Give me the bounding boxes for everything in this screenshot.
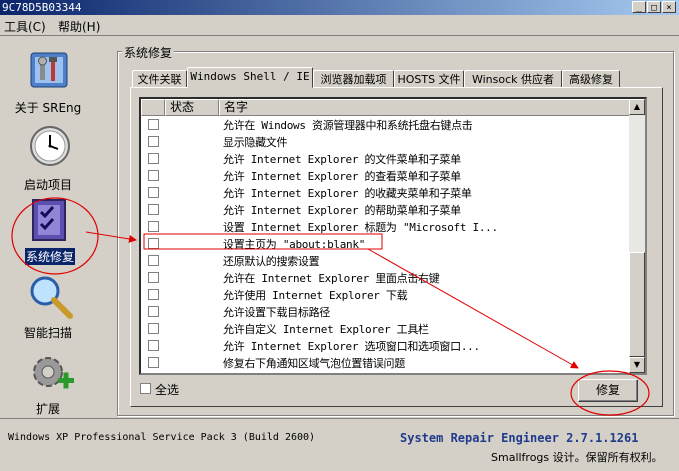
row-label: 还原默认的搜索设置 xyxy=(223,255,320,268)
sidebar-item-label: 扩展 xyxy=(35,402,60,416)
sidebar-item-label: 启动项目 xyxy=(23,178,72,192)
row-label: 允许 Internet Explorer 选项窗口和选项窗口... xyxy=(223,340,480,353)
sidebar-item-label: 关于 SREng xyxy=(14,101,82,115)
row-label: 允许在 Windows 资源管理器中和系统托盘右键点击 xyxy=(223,119,473,132)
sidebar-item-extensions[interactable]: 扩展 xyxy=(8,348,88,418)
list-item[interactable]: 允许 Internet Explorer 的查看菜单和子菜单 xyxy=(141,167,631,184)
menu-help[interactable]: 帮助(H) xyxy=(58,18,100,35)
os-version-text: Windows XP Professional Service Pack 3 (… xyxy=(8,432,316,443)
tab-hosts-file[interactable]: HOSTS 文件 xyxy=(394,70,464,88)
row-label: 允许设置下载目标路径 xyxy=(223,306,330,319)
row-label: 允许在 Internet Explorer 里面点击右键 xyxy=(223,272,440,285)
list-item[interactable]: 允许自定义 Internet Explorer 工具栏 xyxy=(141,320,631,337)
list-item[interactable]: 显示隐藏文件 xyxy=(141,133,631,150)
column-header-status[interactable]: 状态 xyxy=(165,99,219,116)
row-label: 允许使用 Internet Explorer 下载 xyxy=(223,289,408,302)
scroll-up-button[interactable]: ▲ xyxy=(629,99,645,115)
row-checkbox[interactable] xyxy=(148,255,159,266)
list-item[interactable]: 允许设置下载目标路径 xyxy=(141,303,631,320)
row-checkbox[interactable] xyxy=(148,204,159,215)
row-checkbox[interactable] xyxy=(148,187,159,198)
tab-browser-addons[interactable]: 浏览器加载项 xyxy=(313,70,394,88)
column-header-name[interactable]: 名字 xyxy=(219,99,631,116)
app-version-text: System Repair Engineer 2.7.1.1261 xyxy=(400,431,639,445)
sidebar-item-label: 智能扫描 xyxy=(23,326,72,340)
sidebar-item-startup[interactable]: 启动项目 xyxy=(8,120,88,192)
repair-items-list[interactable]: 状态 名字 允许在 Windows 资源管理器中和系统托盘右键点击 显示隐藏文件允… xyxy=(139,97,647,375)
row-label: 设置 Internet Explorer 标题为 "Microsoft I... xyxy=(223,221,498,234)
row-checkbox[interactable] xyxy=(148,289,159,300)
window-title: 9C78D5B03344 xyxy=(2,1,82,14)
tab-file-association[interactable]: 文件关联 xyxy=(132,70,187,88)
sidebar-item-smart-scan[interactable]: 智能扫描 xyxy=(8,272,88,342)
row-label: 允许 Internet Explorer 的文件菜单和子菜单 xyxy=(223,153,461,166)
row-checkbox[interactable] xyxy=(148,272,159,283)
status-bar: Windows XP Professional Service Pack 3 (… xyxy=(0,418,679,471)
list-item[interactable]: 允许在 Internet Explorer 里面点击右键 xyxy=(141,269,631,286)
menu-divider xyxy=(0,35,679,36)
row-label: 修复右下角通知区域气泡位置错误问题 xyxy=(223,357,405,370)
scroll-down-button[interactable]: ▼ xyxy=(629,357,645,373)
row-label: 设置主页为 "about:blank" xyxy=(223,238,366,251)
magnifier-icon xyxy=(30,276,73,319)
menu-tools[interactable]: 工具(C) xyxy=(4,18,46,35)
row-checkbox[interactable] xyxy=(148,170,159,181)
row-checkbox[interactable] xyxy=(148,238,159,249)
row-checkbox[interactable] xyxy=(148,323,159,334)
scroll-thumb[interactable] xyxy=(629,252,645,357)
vertical-scrollbar[interactable]: ▲ ▼ xyxy=(629,99,645,373)
tab-winsock-providers[interactable]: Winsock 供应者 xyxy=(464,70,562,88)
title-bar: 9C78D5B03344 _ □ × xyxy=(0,0,679,15)
row-label: 允许 Internet Explorer 的查看菜单和子菜单 xyxy=(223,170,461,183)
sidebar-item-about[interactable]: 关于 SREng xyxy=(8,46,88,116)
clock-icon xyxy=(30,126,70,166)
minimize-button[interactable]: _ xyxy=(632,1,646,13)
menu-bar: 工具(C) 帮助(H) xyxy=(0,15,679,35)
list-item[interactable]: 允许使用 Internet Explorer 下载 xyxy=(141,286,631,303)
row-checkbox[interactable] xyxy=(148,136,159,147)
repair-button[interactable]: 修复 xyxy=(578,379,638,402)
list-item[interactable]: 设置主页为 "about:blank" xyxy=(141,235,631,252)
row-checkbox[interactable] xyxy=(148,119,159,130)
group-title: 系统修复 xyxy=(122,44,175,61)
row-checkbox[interactable] xyxy=(148,340,159,351)
row-label: 允许 Internet Explorer 的收藏夹菜单和子菜单 xyxy=(223,187,472,200)
row-checkbox[interactable] xyxy=(148,306,159,317)
tab-windows-shell-ie[interactable]: Windows Shell / IE xyxy=(187,67,313,88)
column-header-check[interactable] xyxy=(141,99,165,116)
row-checkbox[interactable] xyxy=(148,221,159,232)
list-item[interactable]: 还原默认的搜索设置 xyxy=(141,252,631,269)
toolbox-icon xyxy=(30,52,68,88)
row-label: 允许 Internet Explorer 的帮助菜单和子菜单 xyxy=(223,204,461,217)
sidebar-item-system-repair[interactable]: 系统修复 xyxy=(8,196,88,266)
list-item[interactable]: 允许在 Windows 资源管理器中和系统托盘右键点击 xyxy=(141,116,631,133)
select-all-label: 全选 xyxy=(155,383,180,397)
list-item[interactable]: 允许 Internet Explorer 选项窗口和选项窗口... xyxy=(141,337,631,354)
row-checkbox[interactable] xyxy=(148,153,159,164)
close-button[interactable]: × xyxy=(662,1,676,13)
status-divider xyxy=(0,418,679,419)
gear-plus-icon xyxy=(33,357,74,389)
copyright-text: Smallfrogs 设计。保留所有权利。 xyxy=(491,451,663,464)
maximize-button[interactable]: □ xyxy=(647,1,661,13)
row-label: 显示隐藏文件 xyxy=(223,136,288,149)
list-item[interactable]: 允许 Internet Explorer 的收藏夹菜单和子菜单 xyxy=(141,184,631,201)
list-item[interactable]: 设置 Internet Explorer 标题为 "Microsoft I... xyxy=(141,218,631,235)
checklist-icon xyxy=(32,199,66,241)
list-item[interactable]: 修复右下角通知区域气泡位置错误问题 xyxy=(141,354,631,371)
row-label: 允许自定义 Internet Explorer 工具栏 xyxy=(223,323,429,336)
list-item[interactable]: 允许 Internet Explorer 的帮助菜单和子菜单 xyxy=(141,201,631,218)
list-item[interactable]: 允许 Internet Explorer 的文件菜单和子菜单 xyxy=(141,150,631,167)
tab-advanced-repair[interactable]: 高级修复 xyxy=(562,70,620,88)
sidebar-item-label: 系统修复 xyxy=(25,248,75,265)
row-checkbox[interactable] xyxy=(148,357,159,368)
checkbox-box[interactable] xyxy=(140,383,151,394)
